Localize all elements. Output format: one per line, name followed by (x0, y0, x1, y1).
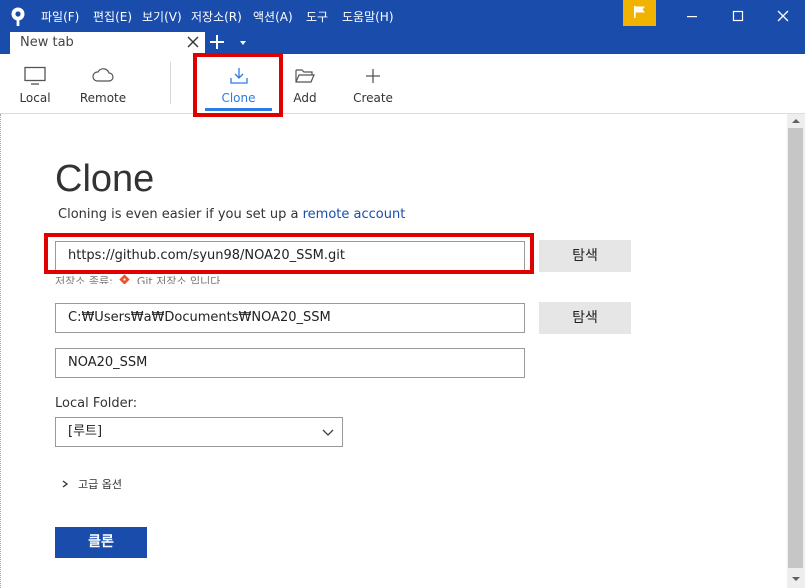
clone-button[interactable]: Clone (205, 54, 272, 114)
add-tab-icon[interactable] (209, 33, 225, 51)
browse-destination-button[interactable]: 탐색 (539, 302, 631, 334)
source-url-input[interactable]: https://github.com/syun98/NOA20_SSM.git (55, 241, 525, 271)
close-icon (777, 10, 789, 22)
repo-type-value: Git 저장소 입니다 (136, 275, 221, 284)
advanced-options-label: 고급 옵션 (78, 478, 122, 491)
tab-dropdown-icon[interactable] (238, 39, 248, 47)
local-folder-label: Local Folder: (55, 396, 138, 411)
menu-help[interactable]: 도움말(H) (342, 8, 394, 25)
repo-type-label: 저장소 종류: (55, 275, 113, 284)
title-bar: 파일(F) 편집(E) 보기(V) 저장소(R) 액션(A) 도구 도움말(H) (0, 0, 805, 32)
menu-actions[interactable]: 액션(A) (253, 8, 293, 25)
local-label: Local (19, 91, 51, 105)
folder-open-icon (295, 69, 315, 83)
repo-type-row: 저장소 종류: Git 저장소 입니다 (55, 273, 220, 284)
advanced-options-toggle[interactable]: 고급 옵션 (62, 476, 122, 492)
create-label: Create (353, 91, 393, 105)
scrollbar-thumb[interactable] (788, 128, 803, 568)
chevron-down-icon (322, 429, 334, 436)
minimize-icon (687, 16, 697, 18)
tab-close-icon[interactable] (186, 35, 200, 49)
git-icon (119, 274, 130, 284)
download-icon (229, 68, 248, 84)
local-button[interactable]: Local (10, 54, 60, 114)
monitor-icon (24, 66, 46, 85)
remote-button[interactable]: Remote (78, 54, 128, 114)
menu-edit[interactable]: 편집(E) (93, 8, 132, 25)
plus-icon (366, 69, 380, 83)
tab-label: New tab (20, 35, 74, 50)
add-button[interactable]: Add (280, 54, 330, 114)
maximize-button[interactable] (715, 0, 761, 32)
browse-source-button[interactable]: 탐색 (539, 240, 631, 272)
minimize-button[interactable] (669, 0, 715, 32)
menu-view[interactable]: 보기(V) (142, 8, 182, 25)
menu-repository[interactable]: 저장소(R) (191, 8, 242, 25)
menu-file[interactable]: 파일(F) (41, 8, 79, 25)
chevron-right-icon (62, 480, 68, 488)
clone-submit-button[interactable]: 클론 (55, 527, 147, 558)
create-button[interactable]: Create (348, 54, 398, 114)
name-input[interactable]: NOA20_SSM (55, 348, 525, 378)
close-window-button[interactable] (760, 0, 805, 32)
page-title: Clone (55, 158, 155, 200)
local-folder-select[interactable]: [루트] (55, 417, 343, 447)
scroll-up-icon[interactable] (787, 114, 805, 128)
menu-tools[interactable]: 도구 (306, 8, 328, 25)
add-label: Add (293, 91, 317, 105)
local-folder-value: [루트] (68, 424, 103, 439)
maximize-icon (732, 10, 744, 22)
clone-active-indicator (205, 108, 272, 111)
toolbar-divider (170, 62, 171, 104)
clone-label: Clone (221, 91, 256, 105)
scroll-down-icon[interactable] (787, 572, 805, 586)
subtitle-text: Cloning is even easier if you set up a (58, 207, 303, 222)
destination-path-input[interactable]: C:₩Users₩a₩Documents₩NOA20_SSM (55, 303, 525, 333)
remote-account-link[interactable]: remote account (303, 207, 406, 222)
cloud-icon (92, 68, 114, 82)
page-subtitle: Cloning is even easier if you set up a r… (58, 207, 405, 222)
flag-icon (634, 6, 645, 18)
remote-label: Remote (79, 91, 127, 105)
sourcetree-logo-icon (11, 7, 25, 26)
panel-border (0, 114, 1, 588)
notification-flag-button[interactable] (623, 0, 656, 26)
tab-new-tab[interactable]: New tab (10, 32, 205, 54)
